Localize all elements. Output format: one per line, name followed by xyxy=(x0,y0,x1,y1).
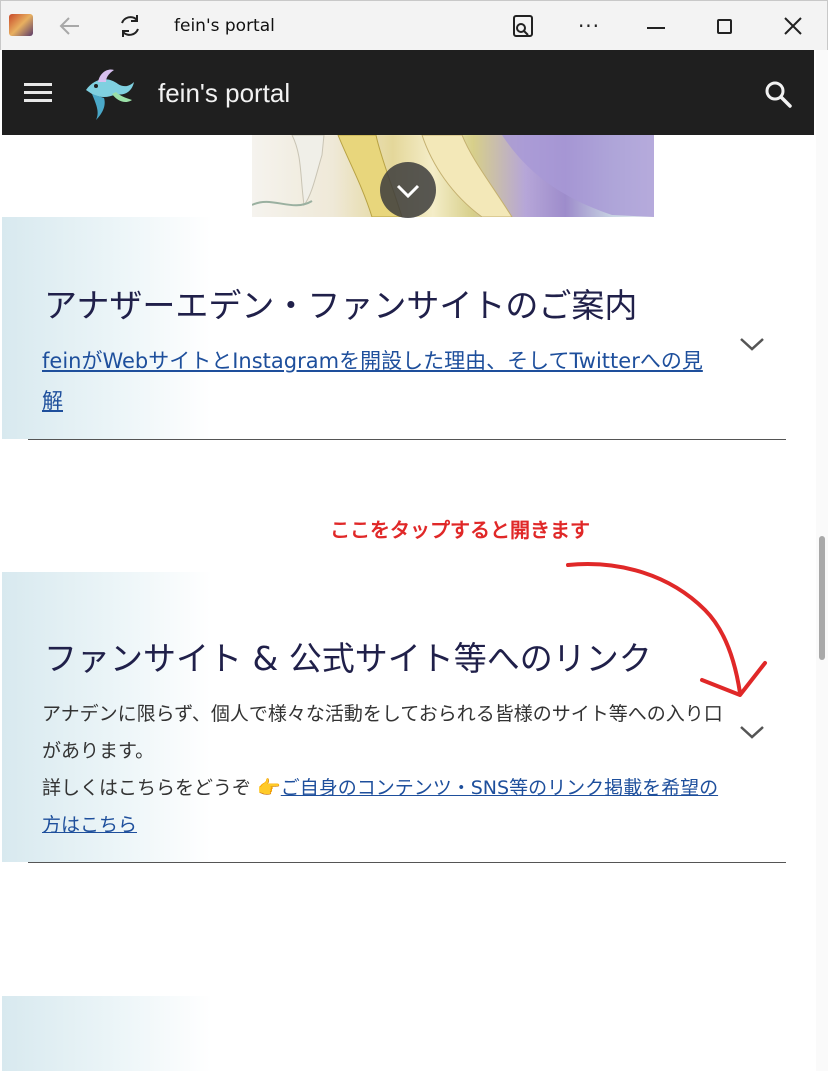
close-icon[interactable] xyxy=(781,13,805,39)
description-text: アナデンに限らず、個人で様々な活動をしておられる皆様のサイト等への入り口がありま… xyxy=(42,703,723,762)
reload-icon[interactable] xyxy=(115,11,145,41)
browser-titlebar: fein's portal ··· xyxy=(0,0,828,50)
site-header: fein's portal xyxy=(2,50,814,135)
accordion-links[interactable]: ファンサイト & 公式サイト等へのリンク アナデンに限らず、個人で様々な活動をし… xyxy=(2,572,814,862)
chevron-down-icon[interactable] xyxy=(738,723,766,741)
annotation-label: ここをタップすると開きます xyxy=(330,518,590,542)
pointing-hand-icon: 👉 xyxy=(257,777,281,799)
scroll-down-button[interactable] xyxy=(380,162,436,218)
chevron-down-icon[interactable] xyxy=(738,335,766,353)
search-icon[interactable] xyxy=(762,78,794,110)
accordion-fansite-guide[interactable]: アナザーエデン・ファンサイトのご案内 feinがWebサイトとInstagram… xyxy=(2,217,814,439)
maximize-icon[interactable] xyxy=(717,19,732,34)
site-title[interactable]: fein's portal xyxy=(158,78,290,109)
more-options-icon[interactable]: ··· xyxy=(573,11,605,41)
cast-icon[interactable] xyxy=(510,13,538,39)
minimize-icon[interactable] xyxy=(647,27,665,29)
site-logo[interactable] xyxy=(78,64,136,122)
details-prefix: 詳しくはこちらをどうぞ xyxy=(42,777,252,799)
section-description: アナデンに限らず、個人で様々な活動をしておられる皆様のサイト等への入り口がありま… xyxy=(42,696,732,844)
window-title: fein's portal xyxy=(174,16,275,36)
section-title: アナザーエデン・ファンサイトのご案内 xyxy=(44,286,638,325)
section-title: ファンサイト & 公式サイト等へのリンク xyxy=(44,639,652,678)
hero-image xyxy=(252,135,654,217)
back-arrow-icon[interactable] xyxy=(55,11,85,41)
scrollbar-thumb[interactable] xyxy=(819,536,825,660)
divider xyxy=(28,862,786,863)
scrollbar[interactable] xyxy=(816,50,828,1071)
divider xyxy=(28,439,786,440)
accordion-next[interactable] xyxy=(2,996,814,1071)
hamburger-icon[interactable] xyxy=(24,83,52,103)
app-icon xyxy=(9,14,33,36)
section-link[interactable]: feinがWebサイトとInstagramを開設した理由、そしてTwitterへ… xyxy=(42,341,718,421)
